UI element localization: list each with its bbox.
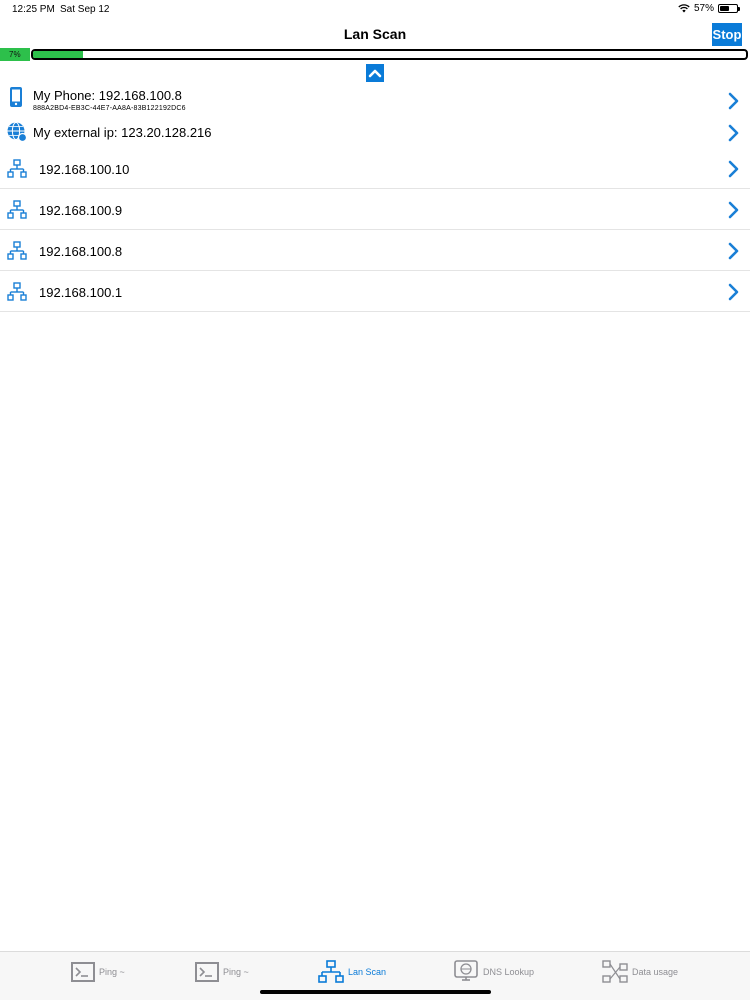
tab-dns-lookup[interactable]: DNS Lookup <box>453 959 534 985</box>
status-indicators: 57% <box>678 3 740 14</box>
my-phone-title: My Phone: 192.168.100.8 <box>33 88 182 103</box>
tab-label: Ping ~ <box>223 967 249 977</box>
external-ip-row[interactable]: My external ip: 123.20.128.216 <box>0 118 750 148</box>
host-ip: 192.168.100.9 <box>39 203 123 218</box>
wifi-icon <box>678 4 690 13</box>
status-date: Sat Sep 12 <box>60 4 110 15</box>
tab-ping-1[interactable]: Ping ~ <box>71 959 125 985</box>
chevron-right-icon <box>728 160 740 183</box>
tab-label: Lan Scan <box>348 967 387 977</box>
tab-data-usage[interactable]: Data usage <box>602 959 678 985</box>
my-phone-row[interactable]: My Phone: 192.168.100.8 888A2BD4-EB3C-44… <box>0 84 750 118</box>
host-row[interactable]: 192.168.100.1 <box>0 271 750 312</box>
network-icon <box>7 282 27 307</box>
stop-button[interactable]: Stop <box>712 23 742 46</box>
device-list: My Phone: 192.168.100.8 888A2BD4-EB3C-44… <box>0 84 750 312</box>
data-usage-icon <box>602 960 628 983</box>
battery-percent: 57% <box>693 3 714 14</box>
phone-icon <box>7 87 25 112</box>
status-time: 12:25 PM <box>12 4 55 15</box>
home-indicator <box>260 990 491 994</box>
progress-label: 7% <box>0 48 30 61</box>
scan-progress: 7% <box>0 48 750 61</box>
progress-track <box>31 49 748 60</box>
status-bar: 12:25 PM Sat Sep 12 57% <box>0 0 750 18</box>
chevron-right-icon <box>728 283 740 306</box>
battery-icon <box>718 4 740 13</box>
terminal-icon <box>71 962 95 982</box>
tab-label: Ping ~ <box>99 967 125 977</box>
host-list: 192.168.100.10 192.168.100.9 192.168.100.8… <box>0 148 750 312</box>
progress-fill <box>33 51 83 58</box>
network-icon <box>7 200 27 225</box>
chevron-up-icon <box>368 69 382 78</box>
terminal-icon <box>195 962 219 982</box>
page-title: Lan Scan <box>343 26 407 42</box>
tab-label: Data usage <box>632 967 679 977</box>
tab-label: DNS Lookup <box>483 967 535 977</box>
network-icon <box>318 960 344 983</box>
collapse-button[interactable] <box>366 64 384 82</box>
external-ip-text: My external ip: 123.20.128.216 <box>33 125 212 140</box>
my-phone-uuid: 888A2BD4-EB3C-44E7-AA8A-83B122192DC6 <box>33 105 186 112</box>
chevron-right-icon <box>728 92 740 115</box>
host-ip: 192.168.100.1 <box>39 285 123 300</box>
host-ip: 192.168.100.10 <box>39 162 130 177</box>
network-icon <box>7 159 27 184</box>
battery-level <box>720 6 730 11</box>
host-row[interactable]: 192.168.100.9 <box>0 189 750 230</box>
network-icon <box>7 241 27 266</box>
dns-icon <box>454 960 478 981</box>
chevron-right-icon <box>728 124 740 147</box>
tab-lan-scan[interactable]: Lan Scan <box>318 959 386 985</box>
tab-ping-2[interactable]: Ping ~ <box>195 959 249 985</box>
host-row[interactable]: 192.168.100.10 <box>0 148 750 189</box>
globe-icon <box>7 122 28 147</box>
host-ip: 192.168.100.8 <box>39 244 123 259</box>
chevron-right-icon <box>728 242 740 265</box>
chevron-right-icon <box>728 201 740 224</box>
host-row[interactable]: 192.168.100.8 <box>0 230 750 271</box>
